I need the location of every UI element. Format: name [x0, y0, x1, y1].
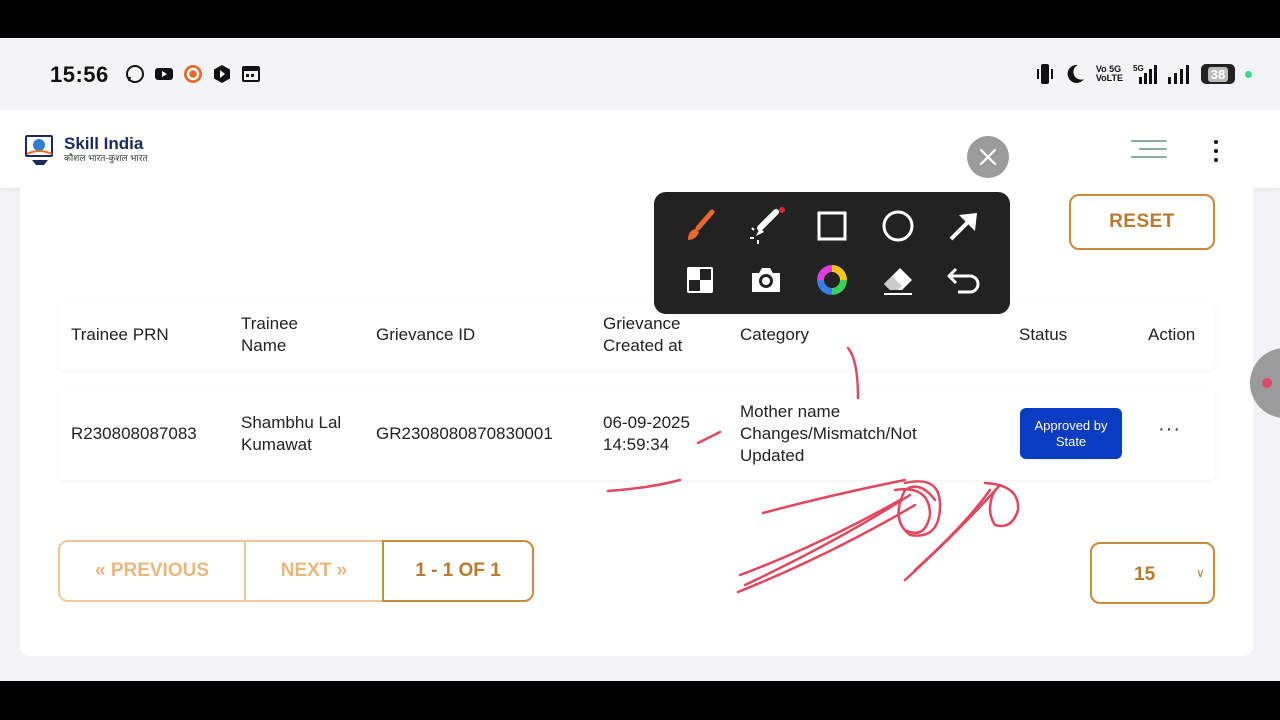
- rectangle-icon[interactable]: [812, 206, 852, 246]
- previous-page-button[interactable]: « PREVIOUS: [58, 540, 246, 602]
- notification-icons: [125, 64, 261, 84]
- column-header-action: Action: [1148, 325, 1196, 344]
- mosaic-icon[interactable]: [680, 260, 720, 300]
- cell-created-at: 06-09-2025 14:59:34: [603, 413, 690, 454]
- pagination: « PREVIOUS NEXT » 1 - 1 OF 1: [58, 540, 534, 602]
- svg-text:5G: 5G: [1133, 64, 1144, 73]
- camera-icon[interactable]: [746, 260, 786, 300]
- reset-button[interactable]: RESET: [1069, 194, 1215, 250]
- calendar-icon: [242, 66, 260, 82]
- per-page-value: 15: [1134, 564, 1156, 585]
- logo-mark-icon: [25, 135, 53, 165]
- app-header: Skill India कौशल भारत-कुशल भारत: [0, 110, 1280, 188]
- privacy-indicator-dot: [1245, 70, 1252, 78]
- vibrate-icon: [1036, 64, 1053, 84]
- row-actions-icon[interactable]: ···: [1158, 418, 1181, 441]
- close-annotation-button[interactable]: [967, 136, 1009, 178]
- floating-side-handle[interactable]: [1250, 348, 1280, 418]
- menu-icon[interactable]: [1131, 140, 1167, 162]
- play-store-icon: [214, 65, 230, 83]
- c-app-icon: [184, 65, 202, 83]
- column-header-prn[interactable]: Trainee PRN: [71, 313, 221, 357]
- column-header-grievance-id[interactable]: Grievance ID: [376, 313, 576, 357]
- table-row[interactable]: R230808087083 Shambhu Lal Kumawat GR2308…: [58, 388, 1215, 480]
- logo-title: Skill India: [64, 133, 144, 153]
- magic-marker-icon[interactable]: [746, 206, 786, 246]
- next-page-button[interactable]: NEXT »: [246, 540, 384, 602]
- eraser-icon[interactable]: [878, 260, 918, 300]
- undo-icon[interactable]: [944, 260, 984, 300]
- column-header-status[interactable]: Status: [1019, 313, 1119, 357]
- circle-icon[interactable]: [878, 206, 918, 246]
- column-header-created-at[interactable]: Grievance Created at: [603, 313, 713, 357]
- more-options-icon[interactable]: [1209, 140, 1223, 162]
- arrow-icon[interactable]: [944, 206, 984, 246]
- close-icon: [979, 148, 997, 166]
- chevron-down-icon: ∨: [1196, 566, 1205, 580]
- cell-category: Mother name Changes/Mismatch/Not Updated: [740, 402, 917, 465]
- status-bar: 15:56 Vo 5G VoLTE 5G 38: [0, 38, 1280, 110]
- cell-name: Shambhu Lal Kumawat: [241, 413, 342, 454]
- clock: 15:56: [50, 62, 109, 87]
- annotation-toolbar: [654, 192, 1010, 314]
- skill-india-logo[interactable]: Skill India कौशल भारत-कुशल भारत: [24, 132, 148, 166]
- per-page-select[interactable]: 15 ∨: [1090, 542, 1215, 604]
- phone-screen: 15:56 Vo 5G VoLTE 5G 38 Skill India कौशल…: [0, 38, 1280, 681]
- logo-subtitle: कौशल भारत-कुशल भारत: [64, 152, 148, 163]
- page-info: 1 - 1 OF 1: [382, 540, 534, 602]
- network-type: Vo 5G VoLTE: [1095, 64, 1123, 83]
- column-header-category[interactable]: Category: [740, 313, 940, 357]
- cell-grievance-id: GR2308080870830001: [376, 424, 553, 443]
- youtube-icon: [155, 68, 173, 80]
- signal-icon: [1168, 65, 1189, 84]
- signal-5g-icon: 5G: [1133, 64, 1157, 84]
- battery-icon: 38: [1201, 64, 1235, 84]
- brush-icon[interactable]: [680, 206, 720, 246]
- cell-prn: R230808087083: [71, 424, 197, 443]
- bottom-letterbox: [0, 681, 1280, 720]
- color-wheel-icon[interactable]: [812, 260, 852, 300]
- dnd-moon-icon: [1067, 64, 1084, 83]
- status-badge: Approved by State: [1020, 408, 1122, 459]
- whatsapp-icon: [126, 65, 144, 83]
- system-indicators: Vo 5G VoLTE 5G 38: [1036, 62, 1252, 86]
- table-header: Trainee PRN Trainee Name Grievance ID Gr…: [58, 300, 1215, 370]
- column-header-name[interactable]: Trainee Name: [241, 313, 341, 357]
